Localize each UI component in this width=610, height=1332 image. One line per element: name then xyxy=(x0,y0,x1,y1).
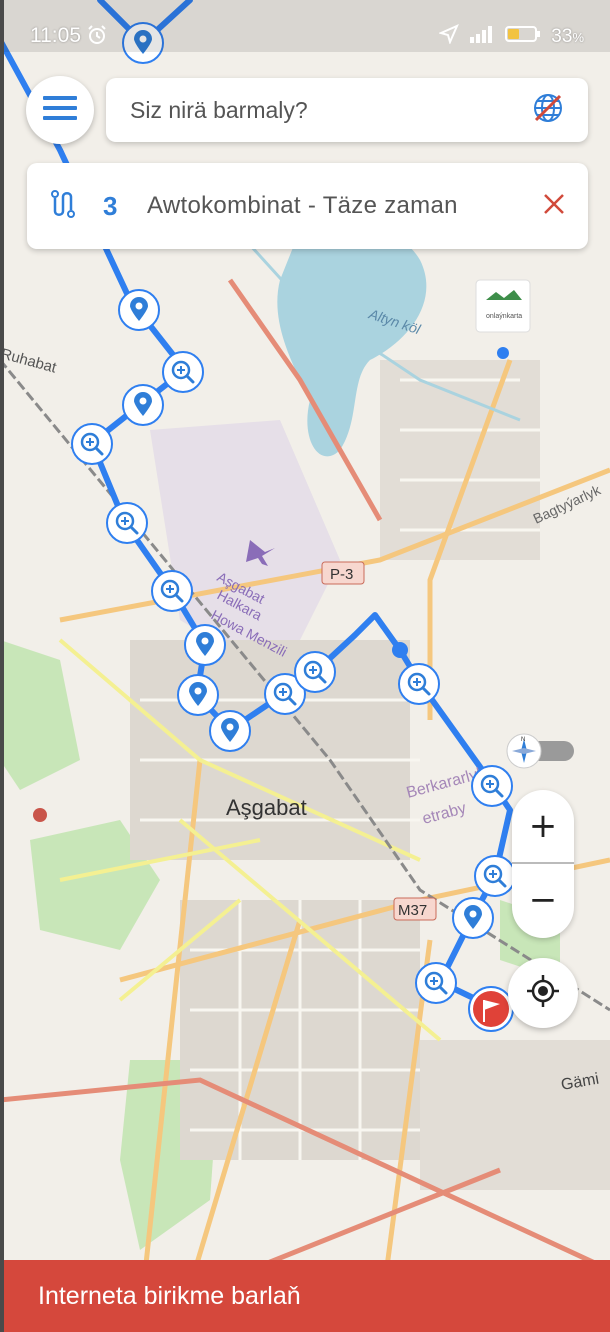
route-name: Awtokombinat - Täze zaman xyxy=(147,192,458,219)
route-stop-zoom-marker[interactable] xyxy=(71,423,113,465)
route-stop-zoom-marker[interactable] xyxy=(474,855,516,897)
zoom-out-button[interactable]: − xyxy=(512,864,574,936)
route-stop-pin-marker[interactable] xyxy=(184,624,226,666)
signal-icon xyxy=(469,25,495,48)
map-label-city: Aşgabat xyxy=(226,795,307,820)
search-input[interactable] xyxy=(130,96,532,124)
route-card[interactable]: 3 Awtokombinat - Täze zaman xyxy=(27,163,588,249)
destination-flag-marker[interactable] xyxy=(468,986,514,1032)
globe-offline-icon[interactable] xyxy=(532,92,564,129)
route-stop-zoom-marker[interactable] xyxy=(162,351,204,393)
road-shield-m37: M37 xyxy=(393,897,437,921)
route-stop-pin-marker[interactable] xyxy=(177,674,219,716)
status-bar: 11:05 33% xyxy=(0,0,610,52)
zoom-control: + − xyxy=(512,790,574,938)
hamburger-menu-icon xyxy=(43,95,77,126)
route-icon xyxy=(49,189,77,224)
status-time: 11:05 xyxy=(30,24,81,47)
route-stop-pin-marker[interactable] xyxy=(452,897,494,939)
map-poi-dot xyxy=(33,808,47,822)
route-stop-pin-marker[interactable] xyxy=(118,289,160,331)
compass-toggle[interactable]: N xyxy=(506,733,576,774)
route-stop-pin-marker[interactable] xyxy=(209,710,251,752)
locate-button[interactable] xyxy=(508,958,578,1028)
route-number: 3 xyxy=(103,190,118,221)
route-stop-zoom-marker[interactable] xyxy=(151,570,193,612)
route-stop-zoom-marker[interactable] xyxy=(294,651,336,693)
svg-text:P-3: P-3 xyxy=(330,566,353,583)
route-stop-zoom-marker[interactable] xyxy=(415,962,457,1004)
battery-percent: 33% xyxy=(551,25,584,47)
location-arrow-icon xyxy=(438,24,460,49)
menu-button[interactable] xyxy=(26,76,94,144)
zoom-in-button[interactable]: + xyxy=(512,790,574,862)
svg-text:onlaýnkarta: onlaýnkarta xyxy=(486,313,522,320)
logo-marker[interactable]: onlaýnkarta xyxy=(475,279,531,333)
route-stop-pin-marker[interactable] xyxy=(122,384,164,426)
search-bar[interactable] xyxy=(106,78,588,142)
svg-text:M37: M37 xyxy=(398,902,427,919)
route-stop-zoom-marker[interactable] xyxy=(106,502,148,544)
svg-text:N: N xyxy=(521,737,525,743)
route-stop-zoom-marker[interactable] xyxy=(398,663,440,705)
alarm-icon xyxy=(86,24,108,51)
connection-banner[interactable]: Interneta birikme barlaň xyxy=(4,1260,610,1332)
close-icon[interactable] xyxy=(542,192,566,221)
battery-icon xyxy=(505,25,541,48)
status-icons: 33% xyxy=(438,24,584,49)
locate-me-icon xyxy=(526,974,560,1013)
screen-edge xyxy=(0,0,4,1332)
connection-banner-text: Interneta birikme barlaň xyxy=(38,1281,301,1310)
road-shield-p3: P-3 xyxy=(321,561,365,585)
